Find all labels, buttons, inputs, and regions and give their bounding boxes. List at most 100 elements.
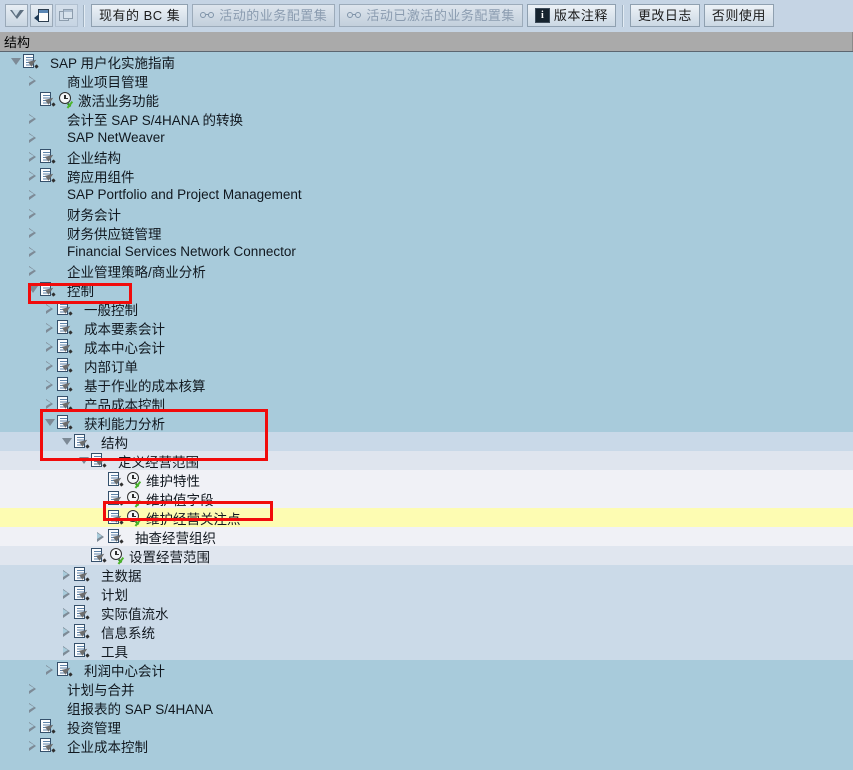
tree-row[interactable]: 跨应用组件 — [0, 166, 853, 185]
chevron-right-icon[interactable] — [25, 185, 40, 204]
existing-bc-sets-button[interactable]: 现有的 BC 集 — [91, 4, 189, 27]
chevron-right-icon[interactable] — [25, 679, 40, 698]
chevron-right-icon[interactable] — [25, 242, 40, 261]
glasses-icon — [347, 11, 362, 21]
document-edit-icon — [57, 318, 74, 337]
chevron-right-icon[interactable] — [42, 375, 57, 394]
change-log-button[interactable]: 更改日志 — [629, 4, 700, 27]
tree-row[interactable]: 内部订单 — [0, 356, 853, 375]
chevron-right-glyph — [46, 664, 53, 675]
tree-row[interactable]: 一般控制 — [0, 299, 853, 318]
release-notes-button[interactable]: i 版本注释 — [526, 4, 616, 27]
chevron-right-icon[interactable] — [59, 622, 74, 641]
chevron-down-icon[interactable] — [42, 413, 57, 432]
tree-row[interactable]: Financial Services Network Connector — [0, 242, 853, 261]
display-detail-button[interactable] — [30, 4, 53, 27]
chevron-right-icon[interactable] — [42, 356, 57, 375]
tree-row[interactable]: 产品成本控制 — [0, 394, 853, 413]
tree-row-label: 基于作业的成本核算 — [84, 378, 206, 394]
tree-row[interactable]: 抽查经营组织 — [0, 527, 853, 546]
column-header-structure[interactable]: 结构 — [0, 32, 853, 51]
tree-row[interactable]: 基于作业的成本核算 — [0, 375, 853, 394]
tree-row[interactable]: 信息系统 — [0, 622, 853, 641]
chevron-right-icon[interactable] — [42, 660, 57, 679]
chevron-down-icon[interactable] — [25, 280, 40, 299]
tree-row-label: Financial Services Network Connector — [67, 244, 296, 259]
tree-row[interactable]: 计划与合并 — [0, 679, 853, 698]
chevron-right-icon[interactable] — [42, 299, 57, 318]
chevron-right-icon[interactable] — [25, 147, 40, 166]
tree-icon-placeholder — [40, 223, 57, 242]
tree-row[interactable]: 组报表的 SAP S/4HANA — [0, 698, 853, 717]
chevron-right-icon[interactable] — [42, 318, 57, 337]
tree-row[interactable]: 定义经营范围 — [0, 451, 853, 470]
tree-row[interactable]: 结构 — [0, 432, 853, 451]
tree-row[interactable]: 计划 — [0, 584, 853, 603]
tree-row-label: 成本要素会计 — [84, 321, 165, 337]
tree-row[interactable]: 控制 — [0, 280, 853, 299]
clock-check-icon[interactable] — [125, 470, 144, 489]
clock-check-icon[interactable] — [57, 90, 76, 109]
tree-row[interactable]: 激活业务功能 — [0, 90, 853, 109]
chevron-right-glyph — [29, 208, 36, 219]
tree-twisty-empty — [93, 489, 108, 508]
chevron-right-icon[interactable] — [25, 223, 40, 242]
tree-row[interactable]: SAP 用户化实施指南 — [0, 52, 853, 71]
tree-row[interactable]: 成本中心会计 — [0, 337, 853, 356]
clock-check-icon[interactable] — [108, 546, 127, 565]
chevron-right-icon[interactable] — [25, 698, 40, 717]
chevron-right-icon[interactable] — [25, 71, 40, 90]
tree-row-label: 定义经营范围 — [118, 454, 199, 470]
tree-row[interactable]: 维护值字段 — [0, 489, 853, 508]
tree-row[interactable]: 工具 — [0, 641, 853, 660]
tree-row[interactable]: 商业项目管理 — [0, 71, 853, 90]
tree-row[interactable]: SAP NetWeaver — [0, 128, 853, 147]
tree-row[interactable]: 企业管理策略/商业分析 — [0, 261, 853, 280]
collapse-all-button[interactable] — [5, 4, 28, 27]
tree-row[interactable]: 维护特性 — [0, 470, 853, 489]
tree-row[interactable]: 投资管理 — [0, 717, 853, 736]
chevron-right-icon[interactable] — [93, 527, 108, 546]
chevron-right-icon[interactable] — [25, 261, 40, 280]
tree-row[interactable]: 会计至 SAP S/4HANA 的转换 — [0, 109, 853, 128]
chevron-right-glyph — [29, 113, 36, 124]
toolbar-separator-1 — [83, 4, 85, 27]
tree-row[interactable]: 维护经营关注点 — [0, 508, 853, 527]
tree-row[interactable]: 主数据 — [0, 565, 853, 584]
chevron-right-icon[interactable] — [59, 641, 74, 660]
chevron-right-icon[interactable] — [25, 128, 40, 147]
where-else-used-button[interactable]: 否则使用 — [703, 4, 774, 27]
chevron-right-icon[interactable] — [59, 584, 74, 603]
document-edit-icon — [40, 90, 57, 109]
tree-row[interactable]: 财务会计 — [0, 204, 853, 223]
tree-row[interactable]: SAP Portfolio and Project Management — [0, 185, 853, 204]
chevron-right-icon[interactable] — [25, 717, 40, 736]
tree-row[interactable]: 获利能力分析 — [0, 413, 853, 432]
tree-row[interactable]: 企业结构 — [0, 147, 853, 166]
chevron-down-icon[interactable] — [8, 52, 23, 71]
tree-row[interactable]: 企业成本控制 — [0, 736, 853, 753]
clock-check-icon[interactable] — [125, 508, 144, 527]
chevron-right-icon[interactable] — [25, 109, 40, 128]
chevron-right-glyph — [29, 683, 36, 694]
tree-row[interactable]: 实际值流水 — [0, 603, 853, 622]
chevron-right-icon[interactable] — [42, 394, 57, 413]
chevron-down-icon[interactable] — [76, 451, 91, 470]
tree-row-label: SAP 用户化实施指南 — [50, 55, 176, 71]
tree-row[interactable]: 设置经营范围 — [0, 546, 853, 565]
chevron-right-icon[interactable] — [59, 565, 74, 584]
tree-twisty-empty — [93, 508, 108, 527]
tree-row-label: 利润中心会计 — [84, 663, 165, 679]
chevron-right-icon[interactable] — [25, 166, 40, 185]
chevron-right-icon[interactable] — [25, 736, 40, 753]
tree-column-header: 结构 — [0, 32, 853, 52]
tree-row[interactable]: 利润中心会计 — [0, 660, 853, 679]
tree-row[interactable]: 成本要素会计 — [0, 318, 853, 337]
chevron-right-icon[interactable] — [59, 603, 74, 622]
clock-check-icon[interactable] — [125, 489, 144, 508]
tree-row[interactable]: 财务供应链管理 — [0, 223, 853, 242]
chevron-down-icon[interactable] — [59, 432, 74, 451]
chevron-right-icon[interactable] — [42, 337, 57, 356]
img-structure-tree[interactable]: SAP 用户化实施指南 商业项目管理 激活业务功能 会计至 SAP S/4HANA 的… — [0, 52, 853, 753]
chevron-right-icon[interactable] — [25, 204, 40, 223]
